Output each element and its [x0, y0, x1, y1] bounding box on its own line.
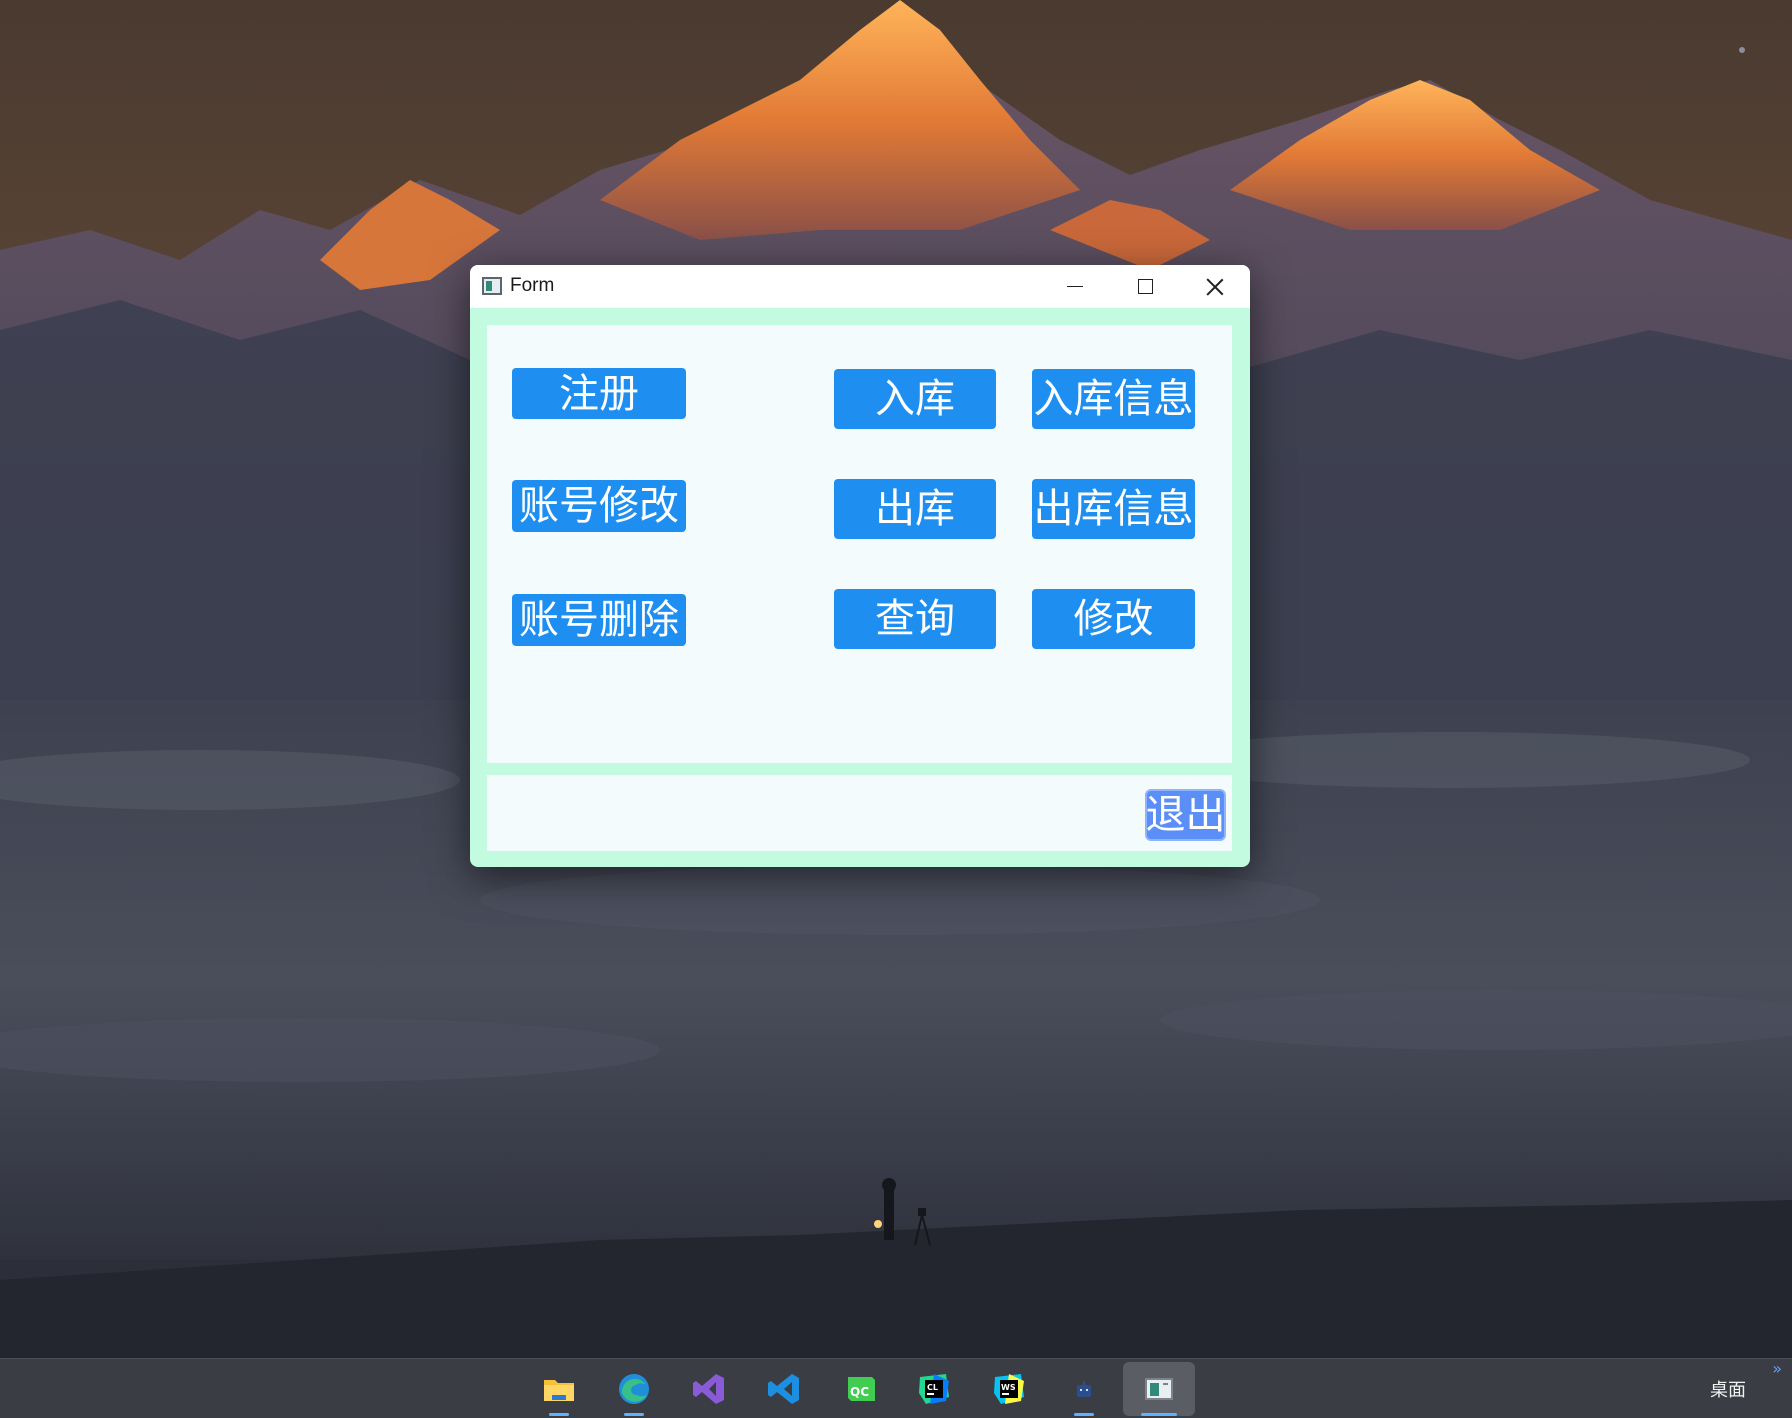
bottom-panel: 退出	[487, 775, 1232, 851]
stock-out-info-button[interactable]: 出库信息	[1032, 479, 1195, 539]
taskbar: QC CL WS 桌面 »	[0, 1358, 1792, 1418]
taskbar-qt-creator[interactable]: QC	[823, 1362, 895, 1416]
minimize-icon	[1067, 285, 1083, 288]
visual-studio-icon	[693, 1374, 724, 1404]
vscode-icon	[768, 1374, 799, 1404]
maximize-icon	[1137, 279, 1153, 294]
register-button[interactable]: 注册	[512, 368, 686, 419]
close-icon	[1206, 278, 1224, 296]
taskbar-edge[interactable]	[598, 1362, 670, 1416]
qt-creator-icon: QC	[848, 1377, 875, 1401]
taskbar-clion[interactable]: CL	[898, 1362, 970, 1416]
taskbar-form-window[interactable]	[1123, 1362, 1195, 1416]
stock-out-button[interactable]: 出库	[834, 479, 996, 539]
running-indicator	[624, 1413, 644, 1416]
file-explorer-icon	[544, 1380, 574, 1401]
taskbar-webstorm[interactable]: WS	[973, 1362, 1045, 1416]
form-window-icon	[1145, 1378, 1173, 1400]
modify-button[interactable]: 修改	[1032, 589, 1195, 649]
app-icon	[1077, 1381, 1091, 1397]
exit-button[interactable]: 退出	[1145, 789, 1226, 841]
taskbar-vscode[interactable]	[748, 1362, 820, 1416]
svg-text:QC: QC	[850, 1385, 869, 1399]
window-title: Form	[510, 275, 555, 296]
taskbar-visual-studio[interactable]	[673, 1362, 745, 1416]
form-window: Form 注册 账号修改 账号删除 入库 入库信息 出库 出库信息 查询 修改 …	[470, 265, 1250, 867]
running-indicator	[1074, 1413, 1094, 1416]
maximize-button[interactable]	[1110, 265, 1180, 308]
edge-browser-icon	[619, 1374, 649, 1404]
stock-in-button[interactable]: 入库	[834, 369, 996, 429]
svg-text:CL: CL	[927, 1383, 938, 1392]
chevron-right-icon[interactable]: »	[1772, 1359, 1782, 1378]
main-panel: 注册 账号修改 账号删除 入库 入库信息 出库 出库信息 查询 修改	[487, 325, 1232, 763]
taskbar-file-explorer[interactable]	[523, 1362, 595, 1416]
clion-icon: CL	[919, 1374, 949, 1404]
minimize-button[interactable]	[1040, 265, 1110, 308]
running-indicator	[549, 1413, 569, 1416]
query-button[interactable]: 查询	[834, 589, 996, 649]
running-indicator	[1141, 1413, 1177, 1416]
window-app-icon	[482, 277, 502, 295]
taskbar-app[interactable]	[1048, 1362, 1120, 1416]
stock-in-info-button[interactable]: 入库信息	[1032, 369, 1195, 429]
show-desktop-label[interactable]: 桌面	[1710, 1376, 1746, 1402]
close-button[interactable]	[1180, 265, 1250, 308]
account-delete-button[interactable]: 账号删除	[512, 594, 686, 646]
svg-text:WS: WS	[1001, 1383, 1016, 1392]
webstorm-icon: WS	[994, 1374, 1024, 1404]
account-modify-button[interactable]: 账号修改	[512, 480, 686, 532]
title-bar[interactable]: Form	[470, 265, 1250, 308]
